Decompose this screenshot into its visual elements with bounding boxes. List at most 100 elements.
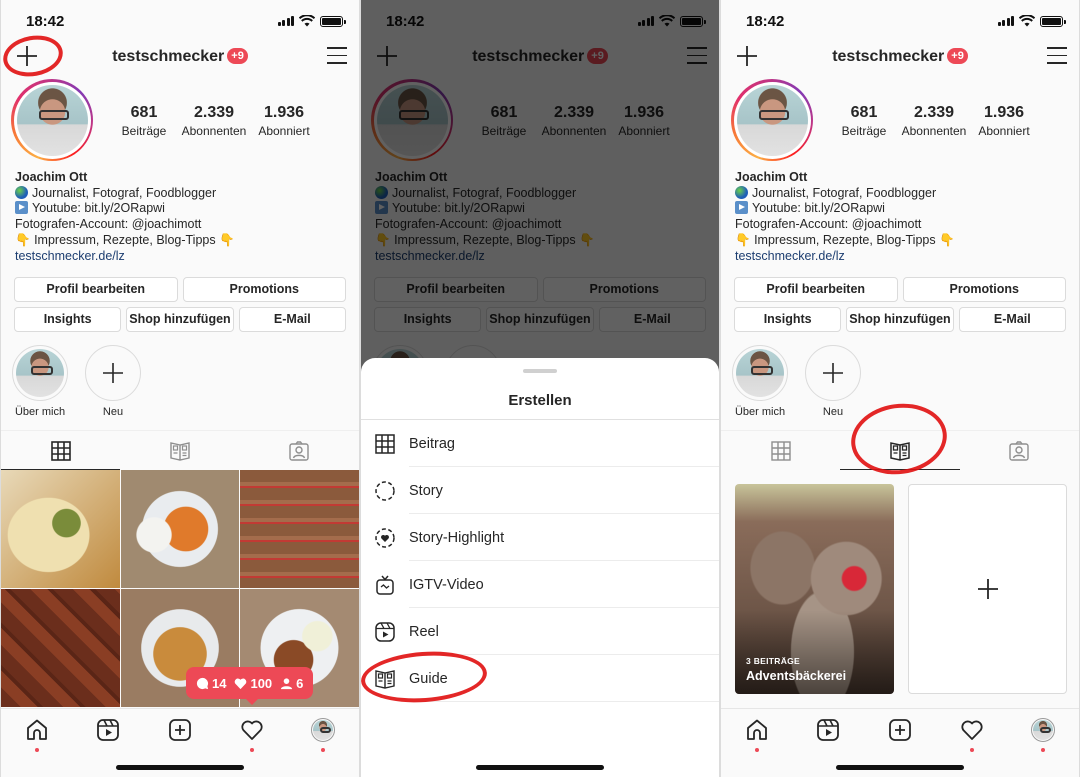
heart-icon	[960, 720, 983, 740]
stat-following[interactable]: 1.936 Abonniert	[249, 104, 319, 138]
tab-posts-grid[interactable]	[1, 431, 121, 470]
avatar	[311, 718, 336, 742]
heart-icon	[235, 678, 247, 689]
profile-website-link[interactable]: testschmecker.de/lz	[735, 249, 955, 265]
reel-icon	[375, 621, 395, 642]
wifi-icon	[1019, 15, 1035, 27]
highlight-about-me[interactable]: Über mich	[12, 345, 68, 418]
nav-profile[interactable]	[310, 718, 336, 752]
grid-icon	[50, 440, 71, 461]
edit-profile-button[interactable]: Profil bearbeiten	[734, 277, 898, 302]
guides-grid: 3 BEITRÄGE Adventsbäckerei	[735, 484, 1067, 694]
plus-icon	[977, 579, 998, 599]
profile-tabs	[721, 430, 1079, 470]
post-thumbnail[interactable]	[1, 470, 120, 588]
activity-notification-popup[interactable]: 14 100 6	[186, 667, 314, 705]
phone-screen-create-sheet: 18:42 testschmecker+9 681Beiträge 2.339A…	[361, 0, 719, 777]
guide-title: Adventsbäckerei	[746, 669, 847, 683]
nav-profile[interactable]	[1030, 718, 1056, 752]
status-bar: 18:42	[721, 0, 1079, 40]
post-thumbnail[interactable]	[1, 589, 120, 707]
stat-posts[interactable]: 681 Beiträge	[109, 104, 179, 138]
tab-posts-grid[interactable]	[721, 431, 840, 470]
profile-name: Joachim Ott	[735, 170, 808, 184]
home-icon	[26, 719, 47, 740]
promotions-button[interactable]: Promotions	[902, 277, 1066, 302]
bottom-nav-bar	[1, 708, 359, 777]
create-option-story[interactable]: Story	[361, 467, 719, 514]
add-shop-button[interactable]: Shop hinzufügen	[126, 307, 234, 332]
reels-icon	[817, 719, 840, 741]
insights-button[interactable]: Insights	[734, 307, 842, 332]
profile-username[interactable]: testschmecker+9	[1, 48, 359, 66]
globe-emoji-icon	[15, 185, 28, 199]
email-button[interactable]: E-Mail	[238, 307, 346, 332]
globe-emoji-icon	[735, 185, 748, 199]
pointing-down-emoji-icon: 👇	[15, 232, 31, 247]
tab-tagged[interactable]	[240, 431, 359, 470]
create-option-reel[interactable]: Reel	[361, 608, 719, 655]
phone-screen-profile: 18:42 testschmecker +9 681 Beiträge 2.339 A…	[1, 0, 359, 777]
tagged-person-icon	[289, 440, 310, 461]
post-thumbnail[interactable]	[240, 470, 359, 588]
avatar	[1031, 718, 1056, 742]
nav-home[interactable]	[744, 718, 770, 752]
guide-icon	[890, 441, 910, 461]
nav-home[interactable]	[24, 718, 50, 752]
tab-guides[interactable]	[120, 431, 239, 470]
profile-avatar[interactable]	[11, 79, 93, 161]
highlight-new[interactable]: Neu	[805, 345, 861, 418]
edit-profile-button[interactable]: Profil bearbeiten	[14, 277, 178, 302]
guide-icon	[375, 669, 395, 689]
account-notification-badge: +9	[227, 48, 248, 64]
home-indicator	[476, 765, 604, 770]
create-option-story-highlight[interactable]: Story-Highlight	[361, 514, 719, 561]
post-thumbnail[interactable]	[120, 470, 240, 588]
profile-bio: Joachim Ott Journalist, Fotograf, Foodbl…	[735, 170, 955, 265]
add-post-icon	[169, 719, 191, 741]
new-guide-button[interactable]	[908, 484, 1067, 694]
email-button[interactable]: E-Mail	[958, 307, 1066, 332]
tab-tagged[interactable]	[960, 431, 1079, 470]
hamburger-menu-icon[interactable]	[1047, 47, 1067, 65]
story-highlights: Über mich Neu	[12, 345, 141, 418]
cellular-signal-icon	[997, 16, 1014, 26]
profile-avatar[interactable]	[731, 79, 813, 161]
guide-post-count: 3 BEITRÄGE	[746, 656, 801, 666]
play-button-emoji-icon	[15, 201, 28, 215]
guide-card[interactable]: 3 BEITRÄGE Adventsbäckerei	[735, 484, 894, 694]
profile-name: Joachim Ott	[15, 170, 88, 184]
pointing-down-emoji-icon: 👇	[735, 232, 751, 247]
stat-following[interactable]: 1.936 Abonniert	[969, 104, 1039, 138]
nav-create[interactable]	[167, 718, 193, 744]
heart-icon	[240, 720, 263, 740]
profile-username[interactable]: testschmecker+9	[721, 48, 1079, 66]
stat-posts[interactable]: 681 Beiträge	[829, 104, 899, 138]
create-option-igtv[interactable]: IGTV-Video	[361, 561, 719, 608]
stat-followers[interactable]: 2.339 Abonnenten	[179, 104, 249, 138]
create-options-list: Beitrag Story Story-Highlight IGTV-Video…	[361, 420, 719, 702]
reels-icon	[97, 719, 120, 741]
nav-create[interactable]	[887, 718, 913, 744]
pointing-down-emoji-icon: 👇	[939, 232, 955, 247]
promotions-button[interactable]: Promotions	[182, 277, 346, 302]
status-time: 18:42	[746, 13, 785, 30]
create-option-post[interactable]: Beitrag	[361, 420, 719, 467]
profile-website-link[interactable]: testschmecker.de/lz	[15, 249, 235, 265]
tab-guides[interactable]	[840, 431, 960, 470]
create-option-guide[interactable]: Guide	[361, 655, 719, 702]
nav-activity[interactable]	[959, 718, 985, 752]
home-icon	[746, 719, 767, 740]
nav-reels[interactable]	[95, 718, 121, 744]
sheet-drag-handle[interactable]	[523, 369, 557, 373]
stat-followers[interactable]: 2.339 Abonnenten	[899, 104, 969, 138]
nav-reels[interactable]	[815, 718, 841, 744]
grid-icon	[375, 433, 395, 454]
insights-button[interactable]: Insights	[14, 307, 122, 332]
highlight-about-me[interactable]: Über mich	[732, 345, 788, 418]
add-shop-button[interactable]: Shop hinzufügen	[846, 307, 954, 332]
battery-icon	[320, 15, 346, 27]
hamburger-menu-icon[interactable]	[327, 47, 347, 65]
highlight-new[interactable]: Neu	[85, 345, 141, 418]
nav-activity[interactable]	[239, 718, 265, 752]
